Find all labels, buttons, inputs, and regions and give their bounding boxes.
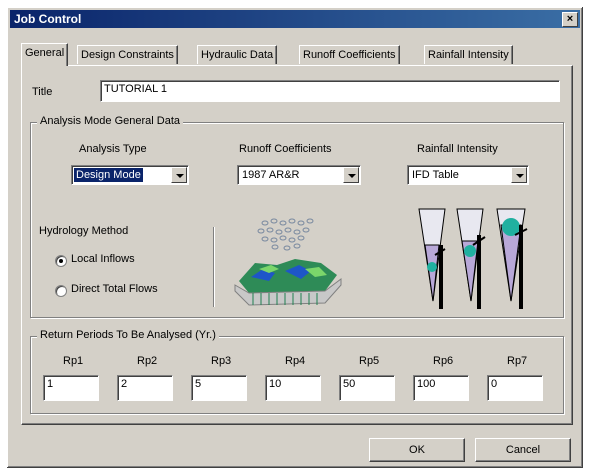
rainfall-intensity-select[interactable]: IFD Table <box>407 165 529 185</box>
title-bar: Job Control × <box>10 10 580 28</box>
cancel-button[interactable]: Cancel <box>475 438 571 462</box>
return-periods-group: Return Periods To Be Analysed (Yr.) Rp1 … <box>30 329 564 414</box>
general-tab-panel: Title TUTORIAL 1 Analysis Mode General D… <box>21 65 573 425</box>
rain-gauge-tubes-icon <box>418 208 528 309</box>
tab-runoff-coefficients[interactable]: Runoff Coefficients <box>299 45 400 64</box>
rp2-label: Rp2 <box>137 355 158 367</box>
hydrology-method-label: Hydrology Method <box>39 225 129 237</box>
rp5-label: Rp5 <box>359 355 380 367</box>
local-inflows-label[interactable]: Local Inflows <box>71 253 135 265</box>
analysis-type-label: Analysis Type <box>79 143 147 155</box>
direct-total-flows-radio[interactable] <box>55 285 67 297</box>
rp5-input[interactable]: 50 <box>339 375 395 401</box>
chevron-down-icon[interactable] <box>343 167 359 183</box>
rp1-input[interactable]: 1 <box>43 375 99 401</box>
analysis-mode-group-title: Analysis Mode General Data <box>37 115 184 127</box>
analysis-type-select[interactable]: Design Mode <box>71 165 189 185</box>
chevron-down-icon[interactable] <box>171 167 187 183</box>
title-input[interactable]: TUTORIAL 1 <box>100 80 560 102</box>
rp4-input[interactable]: 10 <box>265 375 321 401</box>
rain-catchment-icon <box>234 218 342 306</box>
rp6-label: Rp6 <box>433 355 454 367</box>
local-inflows-radio[interactable] <box>55 255 67 267</box>
rainfall-intensity-label: Rainfall Intensity <box>417 143 498 155</box>
hydrology-divider <box>213 227 215 307</box>
tab-general[interactable]: General <box>21 43 69 66</box>
rp2-input[interactable]: 2 <box>117 375 173 401</box>
rp1-label: Rp1 <box>63 355 84 367</box>
tab-rainfall-intensity[interactable]: Rainfall Intensity <box>424 45 513 64</box>
rp6-input[interactable]: 100 <box>413 375 469 401</box>
tab-design-constraints[interactable]: Design Constraints <box>77 45 178 64</box>
close-button[interactable]: × <box>562 12 578 27</box>
rp7-input[interactable]: 0 <box>487 375 543 401</box>
runoff-coefficients-label: Runoff Coefficients <box>239 143 332 155</box>
analysis-type-value: Design Mode <box>74 168 143 182</box>
analysis-mode-group: Analysis Mode General Data Analysis Type… <box>30 115 564 318</box>
title-label: Title <box>32 86 53 98</box>
ok-button[interactable]: OK <box>369 438 465 462</box>
runoff-coefficients-value: 1987 AR&R <box>242 169 300 181</box>
rp3-input[interactable]: 5 <box>191 375 247 401</box>
rainfall-intensity-value: IFD Table <box>412 169 459 181</box>
rp7-label: Rp7 <box>507 355 528 367</box>
chevron-down-icon[interactable] <box>511 167 527 183</box>
return-periods-group-title: Return Periods To Be Analysed (Yr.) <box>37 329 219 341</box>
direct-total-flows-label[interactable]: Direct Total Flows <box>71 283 158 295</box>
rp3-label: Rp3 <box>211 355 232 367</box>
rp4-label: Rp4 <box>285 355 306 367</box>
window-title: Job Control <box>14 12 82 26</box>
job-control-window: Job Control × General Design Constraints… <box>6 6 584 469</box>
tab-hydraulic-data[interactable]: Hydraulic Data <box>197 45 278 64</box>
runoff-coefficients-select[interactable]: 1987 AR&R <box>237 165 361 185</box>
